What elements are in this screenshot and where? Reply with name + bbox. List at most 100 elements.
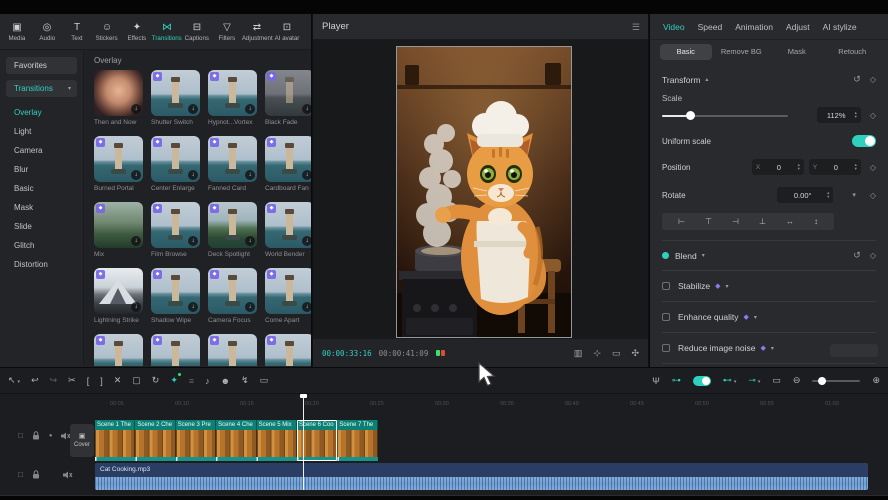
trim-left-icon[interactable]: [	[87, 376, 90, 386]
track-options-icon[interactable]: ⊸▾	[748, 375, 760, 386]
timeline-clip[interactable]: Scene 2 Che	[135, 420, 175, 461]
reset-transform-icon[interactable]: ↺	[853, 74, 861, 85]
mirror-display-icon[interactable]: ▭	[772, 375, 781, 386]
toolbar-item-effects[interactable]: ✦Effects	[122, 22, 152, 42]
select-tool-icon[interactable]: ↖▾	[8, 375, 20, 386]
zoom-out-icon[interactable]: ⊖	[793, 375, 801, 386]
video-preview[interactable]	[396, 46, 572, 338]
toolbar-item-ai-avatar[interactable]: ⊡AI avatar	[272, 22, 302, 42]
blend-keyframe-icon[interactable]: ◇	[870, 251, 876, 260]
apply-button[interactable]	[830, 344, 878, 357]
tab-adjust[interactable]: Adjust	[786, 22, 810, 32]
split-icon[interactable]: ✂	[68, 375, 76, 386]
playhead[interactable]	[303, 394, 304, 490]
gallery-item[interactable]: ◆↓Mix	[94, 202, 143, 259]
scale-stepper[interactable]: ▴▾	[855, 111, 857, 119]
gallery-item[interactable]: ◆↓World Bender	[265, 202, 311, 259]
fullscreen-icon[interactable]: ✣	[631, 348, 639, 359]
gallery-item[interactable]: ◆↓Center Enlarge	[151, 136, 200, 193]
timeline-clip[interactable]: Scene 1 The	[95, 420, 135, 461]
gallery-item[interactable]: ◆↓	[94, 334, 143, 366]
delete-icon[interactable]: ✕	[114, 375, 122, 386]
gallery-item[interactable]: ◆↓Fanned Card	[208, 136, 257, 193]
gallery-item[interactable]: ◆↓Black Fade	[265, 70, 311, 127]
tab-video[interactable]: Video	[663, 22, 685, 32]
smart-tool-icon[interactable]: ✦	[170, 375, 178, 386]
blend-caret-icon[interactable]: ▾	[702, 252, 705, 259]
layers-tool-icon[interactable]: ≡	[189, 376, 194, 386]
reset-blend-icon[interactable]: ↺	[853, 250, 861, 261]
position-x-box[interactable]: X 0 ▴▾	[752, 159, 804, 175]
toolbar-item-stickers[interactable]: ☺Stickers	[92, 22, 122, 42]
gallery-item[interactable]: ◆↓Lightning Strike	[94, 268, 143, 325]
toolbar-item-filters[interactable]: ▽Filters	[212, 22, 242, 42]
toolbar-item-adjustment[interactable]: ⇄Adjustment	[242, 22, 272, 42]
gallery-item[interactable]: ◆↓Camera Focus	[208, 268, 257, 325]
mute-icon[interactable]	[63, 471, 73, 479]
sidebar-item-basic[interactable]: Basic	[0, 179, 83, 198]
link-toggle[interactable]	[693, 376, 711, 386]
ratio-icon[interactable]: ▥	[574, 348, 583, 359]
scale-keyframe-icon[interactable]: ◇	[870, 111, 876, 120]
position-y-stepper[interactable]: ▴▾	[855, 163, 857, 171]
align-right-icon[interactable]: ⊣	[732, 217, 739, 226]
checkbox-icon[interactable]	[662, 313, 670, 321]
sidebar-item-light[interactable]: Light	[0, 122, 83, 141]
position-keyframe-icon[interactable]: ◇	[870, 163, 876, 172]
checkbox-icon[interactable]	[662, 344, 670, 352]
sidebar-item-glitch[interactable]: Glitch	[0, 236, 83, 255]
timeline-clip[interactable]: Scene 5 Mix	[257, 420, 297, 461]
gallery-item[interactable]: ◆↓Shadow Wipe	[151, 268, 200, 325]
subtab-retouch[interactable]: Retouch	[827, 44, 879, 60]
snap-icon[interactable]: ⊶	[672, 375, 681, 386]
hide-track-icon[interactable]: □	[18, 470, 23, 479]
align-left-icon[interactable]: ⊢	[678, 217, 685, 226]
voiceover-mic[interactable]: Ψ	[652, 376, 660, 386]
position-x-stepper[interactable]: ▴▾	[798, 163, 800, 171]
gallery-item[interactable]: ◆↓Hypnot...Vortex	[208, 70, 257, 127]
lock-icon[interactable]	[32, 470, 40, 479]
timeline-ruler[interactable]: 00:0500:1000:1500:2000:2500:3000:3500:40…	[95, 394, 888, 419]
quality-icon[interactable]: ▭	[612, 348, 621, 359]
category-dropdown[interactable]: Transitions ▾	[6, 80, 77, 97]
toolbar-item-captions[interactable]: ⊟Captions	[182, 22, 212, 42]
align-bottom-icon[interactable]: ⊥	[759, 217, 766, 226]
mask-tool-icon[interactable]: ▢	[132, 375, 141, 386]
gallery-item[interactable]: ◆↓Burned Portal	[94, 136, 143, 193]
tab-speed[interactable]: Speed	[698, 22, 723, 32]
gallery-item[interactable]: ◆↓Come Apart	[265, 268, 311, 325]
rotate-keyframe-icon[interactable]: ◇	[870, 191, 876, 200]
toolbar-item-transitions[interactable]: ⋈Transitions	[152, 22, 182, 42]
align-top-icon[interactable]: ⊤	[705, 217, 712, 226]
panel-tool-icon[interactable]: ▭	[260, 375, 269, 386]
timeline-clip[interactable]: Scene 4 Che	[216, 420, 256, 461]
trim-right-icon[interactable]: ]	[100, 376, 103, 386]
chevron-down-icon[interactable]: ▾	[771, 345, 774, 352]
uniform-scale-toggle[interactable]	[852, 135, 876, 147]
rotate-dropdown-icon[interactable]: ▾	[852, 191, 856, 199]
scale-slider[interactable]	[662, 111, 788, 120]
effects-tool-icon[interactable]: ↯	[241, 375, 249, 386]
favorites-button[interactable]: Favorites	[6, 57, 77, 74]
sidebar-item-camera[interactable]: Camera	[0, 141, 83, 160]
position-y-box[interactable]: Y 0 ▴▾	[809, 159, 861, 175]
chevron-down-icon[interactable]: ▾	[754, 314, 757, 321]
audio-clip[interactable]: Cat Cooking.mp3	[95, 463, 868, 490]
chevron-down-icon[interactable]: ▾	[726, 283, 729, 290]
loop-tool-icon[interactable]: ↻	[152, 375, 160, 386]
toolbar-item-media[interactable]: ▣Media	[2, 22, 32, 42]
gallery-item[interactable]: ↓Then and Now	[94, 70, 143, 127]
checkbox-icon[interactable]	[662, 282, 670, 290]
gallery-item[interactable]: ◆↓	[208, 334, 257, 366]
sidebar-item-slide[interactable]: Slide	[0, 217, 83, 236]
tab-ai-stylize[interactable]: AI stylize	[823, 22, 857, 32]
gallery-item[interactable]: ◆↓	[265, 334, 311, 366]
dot-icon[interactable]: ●	[49, 433, 53, 439]
undo-icon[interactable]: ↩	[31, 375, 39, 386]
lock-icon[interactable]	[32, 431, 40, 440]
sidebar-item-distortion[interactable]: Distortion	[0, 255, 83, 274]
toolbar-item-text[interactable]: TText	[62, 22, 92, 42]
hide-track-icon[interactable]: □	[18, 431, 23, 440]
gallery-item[interactable]: ◆↓Cardboard Fan	[265, 136, 311, 193]
align-center-h-icon[interactable]: ↔	[786, 217, 794, 226]
